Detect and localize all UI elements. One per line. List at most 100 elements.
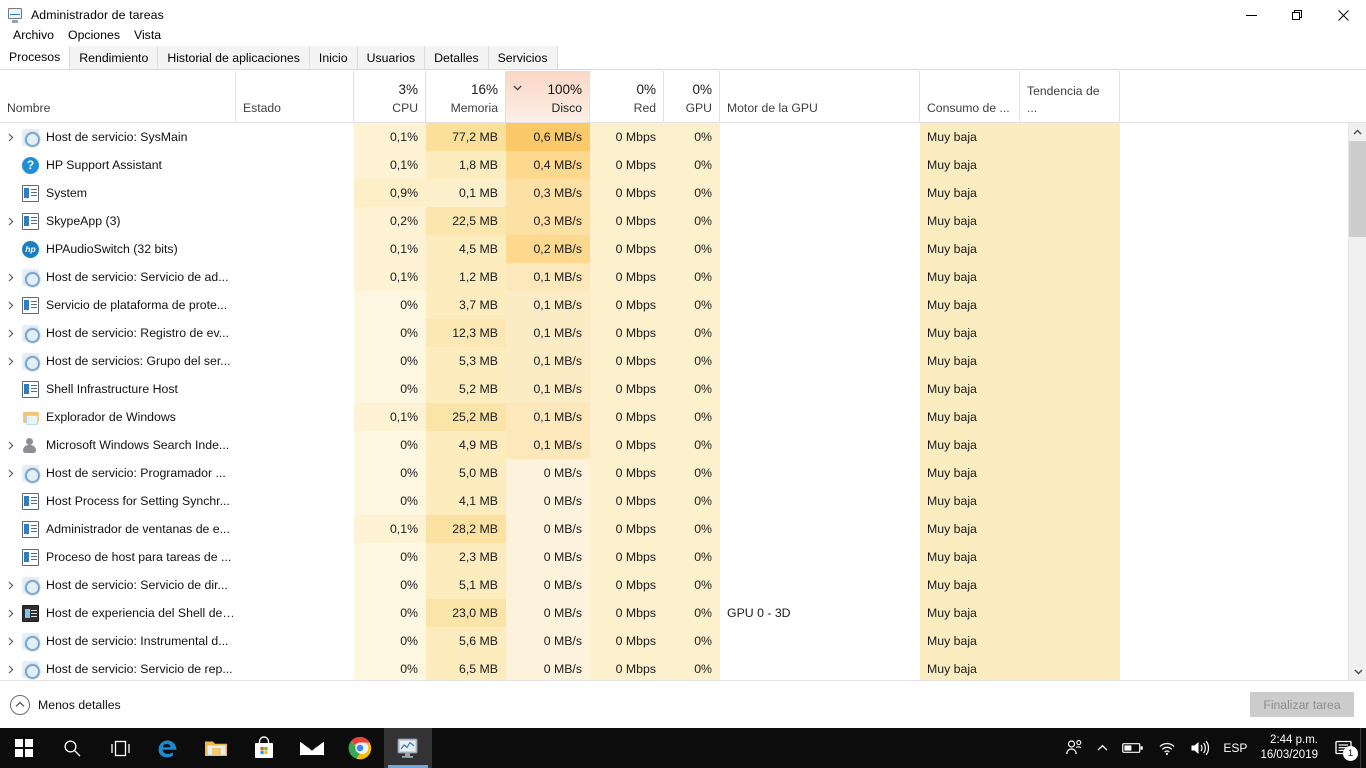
column-header-estado[interactable]: Estado [236, 71, 354, 122]
cell-disco: 0,4 MB/s [506, 151, 590, 179]
tab-servicios[interactable]: Servicios [488, 46, 558, 69]
microsoft-store-button[interactable] [240, 728, 288, 768]
scroll-down-button[interactable] [1349, 662, 1366, 680]
task-view-button[interactable] [96, 728, 144, 768]
expand-chevron-icon[interactable] [0, 609, 22, 618]
start-button[interactable] [0, 728, 48, 768]
column-header-nombre[interactable]: Nombre [0, 71, 236, 122]
tab-rendimiento[interactable]: Rendimiento [70, 46, 159, 69]
people-button[interactable] [1058, 728, 1090, 768]
task-manager-button[interactable] [384, 728, 432, 768]
expand-chevron-icon[interactable] [0, 581, 22, 590]
cell-memoria: 23,0 MB [426, 599, 506, 627]
expand-chevron-icon[interactable] [0, 665, 22, 674]
table-row[interactable]: Host de servicio: Servicio de dir... 0% 5,… [0, 571, 1348, 599]
tab-usuarios[interactable]: Usuarios [357, 46, 426, 69]
show-hidden-icons-button[interactable] [1090, 728, 1115, 768]
volume-button[interactable] [1183, 728, 1216, 768]
process-name: Proceso de host para tareas de ... [46, 550, 232, 564]
table-row[interactable]: Host de servicio: Programador ... 0% 5,0 M… [0, 459, 1348, 487]
search-button[interactable] [48, 728, 96, 768]
column-header-motor-de-la-gpu[interactable]: Motor de la GPU [720, 71, 920, 122]
tab-historial-de-aplicaciones[interactable]: Historial de aplicaciones [158, 46, 310, 69]
edge-button[interactable] [144, 728, 192, 768]
table-row[interactable]: HPAudioSwitch (32 bits) 0,1%4,5 MB0,2 MB/… [0, 235, 1348, 263]
chrome-icon [348, 736, 372, 760]
tab-detalles[interactable]: Detalles [425, 46, 489, 69]
scroll-up-button[interactable] [1349, 123, 1366, 141]
cell-cpu: 0% [354, 627, 426, 655]
tab-procesos[interactable]: Procesos [0, 46, 71, 69]
column-header-red[interactable]: 0% Red [590, 71, 664, 122]
expand-chevron-icon[interactable] [0, 301, 22, 310]
expand-chevron-icon[interactable] [0, 637, 22, 646]
help-circle-icon [22, 156, 39, 174]
action-center-button[interactable]: 1 [1328, 728, 1360, 768]
cell-red: 0 Mbps [590, 263, 664, 291]
chrome-button[interactable] [336, 728, 384, 768]
expand-chevron-icon[interactable] [0, 133, 22, 142]
vertical-scrollbar[interactable] [1348, 123, 1366, 680]
language-indicator[interactable]: ESP [1216, 728, 1254, 768]
end-task-button[interactable]: Finalizar tarea [1250, 692, 1354, 717]
table-row[interactable]: Host de servicio: SysMain 0,1% 77,2 MB 0,6 … [0, 123, 1348, 151]
cell-memoria: 5,2 MB [426, 375, 506, 403]
process-name: Administrador de ventanas de e... [46, 522, 230, 536]
cell-tendencia [1020, 599, 1120, 627]
table-row[interactable]: Host de servicio: Registro de ev... 0% 12,… [0, 319, 1348, 347]
column-header-consumo-de[interactable]: Consumo de ... [920, 71, 1020, 122]
cell-consumo: Muy baja [920, 515, 1020, 543]
table-row[interactable]: Host de servicio: Servicio de ad... 0,1% 1… [0, 263, 1348, 291]
cell-gpu: 0% [664, 515, 720, 543]
expand-chevron-icon[interactable] [0, 273, 22, 282]
table-row[interactable]: Host Process for Setting Synchr... 0% 4,1 … [0, 487, 1348, 515]
table-row[interactable]: HP Support Assistant 0,1%1,8 MB0,4 MB/s0 … [0, 151, 1348, 179]
expand-chevron-icon[interactable] [0, 441, 22, 450]
column-header-gpu[interactable]: 0% GPU [664, 71, 720, 122]
show-desktop-button[interactable] [1360, 728, 1366, 768]
battery-button[interactable] [1115, 728, 1151, 768]
scrollbar-thumb[interactable] [1349, 141, 1366, 237]
table-row[interactable]: System 0,9% 0,1 MB 0,3 MB/s 0 Mbps 0% Muy baja [0, 179, 1348, 207]
cell-estado [236, 235, 354, 263]
network-button[interactable] [1151, 728, 1183, 768]
table-row[interactable]: Shell Infrastructure Host 0% 5,2 MB 0,1 MB/… [0, 375, 1348, 403]
expand-chevron-icon[interactable] [0, 469, 22, 478]
menu-archivo[interactable]: Archivo [6, 26, 61, 44]
less-details-button[interactable]: Menos detalles [10, 694, 121, 715]
table-row[interactable]: Host de experiencia del Shell de ... 0% 23… [0, 599, 1348, 627]
table-row[interactable]: Host de servicio: Servicio de rep... 0% 6,… [0, 655, 1348, 680]
clock[interactable]: 2:44 p.m. 16/03/2019 [1254, 728, 1328, 768]
menu-opciones[interactable]: Opciones [61, 26, 127, 44]
mail-button[interactable] [288, 728, 336, 768]
tab-inicio[interactable]: Inicio [309, 46, 358, 69]
cell-memoria: 1,2 MB [426, 263, 506, 291]
table-row[interactable]: Explorador de Windows 0,1% 25,2 MB 0,1 MB/s… [0, 403, 1348, 431]
expand-chevron-icon[interactable] [0, 329, 22, 338]
expand-chevron-icon[interactable] [0, 217, 22, 226]
people-icon [1066, 740, 1082, 755]
column-header-disco[interactable]: 100% Disco [506, 71, 590, 122]
cell-red: 0 Mbps [590, 599, 664, 627]
cell-nombre: HP Support Assistant [0, 151, 236, 179]
menu-vista[interactable]: Vista [127, 26, 168, 44]
table-row[interactable]: Host de servicio: Instrumental d... 0% 5,6… [0, 627, 1348, 655]
table-row[interactable]: Servicio de plataforma de prote... 0% 3,7 … [0, 291, 1348, 319]
table-row[interactable]: Administrador de ventanas de e... 0,1% 28,… [0, 515, 1348, 543]
column-header-cpu[interactable]: 3% CPU [354, 71, 426, 122]
table-row[interactable]: SkypeApp (3) 0,2% 22,5 MB 0,3 MB/s 0 Mbps 0% M… [0, 207, 1348, 235]
table-row[interactable]: Host de servicios: Grupo del ser... 0% 5,3… [0, 347, 1348, 375]
cell-estado [236, 627, 354, 655]
cell-tendencia [1020, 151, 1120, 179]
cell-disco: 0,1 MB/s [506, 431, 590, 459]
column-header-tendencia-de[interactable]: Tendencia de ... [1020, 71, 1120, 122]
table-row[interactable]: Microsoft Windows Search Inde... 0% 4,9 MB… [0, 431, 1348, 459]
search-icon [63, 739, 80, 756]
file-explorer-button[interactable] [192, 728, 240, 768]
cell-motor-gpu [720, 179, 920, 207]
expand-chevron-icon[interactable] [0, 357, 22, 366]
menu-bar: Archivo Opciones Vista [0, 24, 1366, 46]
cell-gpu: 0% [664, 571, 720, 599]
column-header-memoria[interactable]: 16% Memoria [426, 71, 506, 122]
table-row[interactable]: Proceso de host para tareas de ... 0% 2,3 … [0, 543, 1348, 571]
